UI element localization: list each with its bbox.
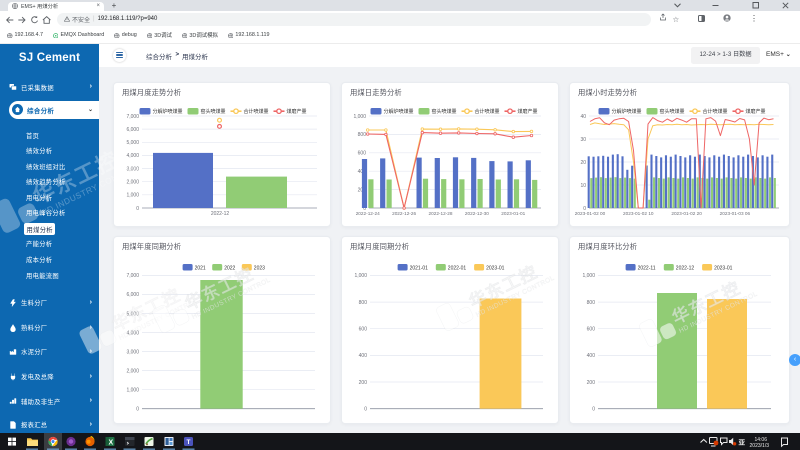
svg-text:2022-12-30: 2022-12-30 (465, 211, 489, 216)
svg-text:5,000: 5,000 (126, 140, 139, 146)
svg-text:2022-11: 2022-11 (638, 265, 656, 271)
svg-text:2,000: 2,000 (126, 368, 139, 374)
svg-text:0: 0 (364, 407, 367, 413)
svg-text:2,000: 2,000 (126, 180, 139, 186)
svg-text:200: 200 (359, 380, 368, 386)
svg-text:600: 600 (587, 327, 596, 333)
svg-text:窑头喷煤量: 窑头喷煤量 (432, 108, 457, 115)
svg-text:窑头喷煤量: 窑头喷煤量 (201, 108, 226, 115)
svg-text:合计喷煤量: 合计喷煤量 (244, 108, 269, 115)
svg-text:窑头喷煤量: 窑头喷煤量 (660, 108, 685, 115)
svg-text:400: 400 (359, 353, 368, 359)
svg-text:200: 200 (587, 380, 596, 386)
svg-text:2022-12-24: 2022-12-24 (356, 211, 380, 216)
svg-text:2022-12: 2022-12 (211, 211, 230, 217)
svg-text:800: 800 (359, 300, 368, 306)
svg-text:4,000: 4,000 (126, 330, 139, 336)
svg-text:6,000: 6,000 (126, 292, 139, 298)
svg-text:煤磨产量: 煤磨产量 (287, 108, 307, 115)
svg-text:T: T (187, 439, 191, 446)
svg-text:800: 800 (358, 132, 367, 138)
svg-text:2023-01-02 10: 2023-01-02 10 (623, 211, 654, 216)
svg-text:0: 0 (136, 206, 139, 212)
svg-text:400: 400 (587, 353, 596, 359)
svg-text:4,000: 4,000 (126, 153, 139, 159)
svg-text:2023-01-02 00: 2023-01-02 00 (575, 211, 606, 216)
svg-text:1,000: 1,000 (126, 388, 139, 394)
svg-text:6,000: 6,000 (126, 127, 139, 133)
svg-text:2022-12-26: 2022-12-26 (392, 211, 416, 216)
svg-text:2022-12: 2022-12 (676, 265, 695, 271)
svg-text:煤磨产量: 煤磨产量 (746, 108, 766, 115)
svg-text:2021: 2021 (195, 265, 206, 271)
svg-text:10: 10 (580, 183, 586, 189)
svg-text:2022: 2022 (224, 265, 235, 271)
svg-text:2021-01: 2021-01 (410, 265, 429, 271)
svg-text:2022-12-28: 2022-12-28 (429, 211, 453, 216)
svg-text:合计喷煤量: 合计喷煤量 (475, 108, 500, 115)
svg-text:X: X (108, 439, 113, 446)
svg-text:分解炉喷煤量: 分解炉喷煤量 (384, 108, 414, 115)
svg-text:亚: 亚 (739, 438, 746, 446)
svg-text:7,000: 7,000 (126, 114, 139, 120)
svg-text:2023: 2023 (254, 265, 265, 271)
svg-text:1,000: 1,000 (582, 273, 595, 279)
svg-text:1,000: 1,000 (126, 193, 139, 199)
svg-text:合计喷煤量: 合计喷煤量 (703, 108, 728, 115)
svg-text:1,000: 1,000 (353, 114, 366, 120)
svg-text:0: 0 (136, 407, 139, 413)
svg-text:0: 0 (592, 407, 595, 413)
svg-text:分解炉喷煤量: 分解炉喷煤量 (153, 108, 183, 115)
svg-text:20: 20 (580, 160, 586, 166)
svg-text:600: 600 (358, 151, 367, 157)
svg-text:40: 40 (580, 114, 586, 120)
svg-text:30: 30 (580, 137, 586, 143)
svg-text:2023-01: 2023-01 (486, 265, 505, 271)
svg-text:煤磨产量: 煤磨产量 (518, 108, 538, 115)
svg-text:3,000: 3,000 (126, 349, 139, 355)
svg-text:3,000: 3,000 (126, 166, 139, 172)
svg-text:2023/1/3: 2023/1/3 (750, 443, 770, 449)
svg-text:1,000: 1,000 (354, 273, 367, 279)
svg-text:14:06: 14:06 (754, 437, 767, 443)
svg-text:600: 600 (359, 327, 368, 333)
svg-text:7,000: 7,000 (126, 273, 139, 279)
svg-text:5,000: 5,000 (126, 311, 139, 317)
svg-text:2023-01-01: 2023-01-01 (501, 211, 525, 216)
svg-text:800: 800 (587, 300, 596, 306)
svg-text:2023-01-03 06: 2023-01-03 06 (720, 211, 751, 216)
svg-text:2023-01-02 20: 2023-01-02 20 (671, 211, 702, 216)
svg-text:分解炉喷煤量: 分解炉喷煤量 (612, 108, 642, 115)
svg-text:2023-01: 2023-01 (714, 265, 733, 271)
svg-text:2022-01: 2022-01 (448, 265, 467, 271)
